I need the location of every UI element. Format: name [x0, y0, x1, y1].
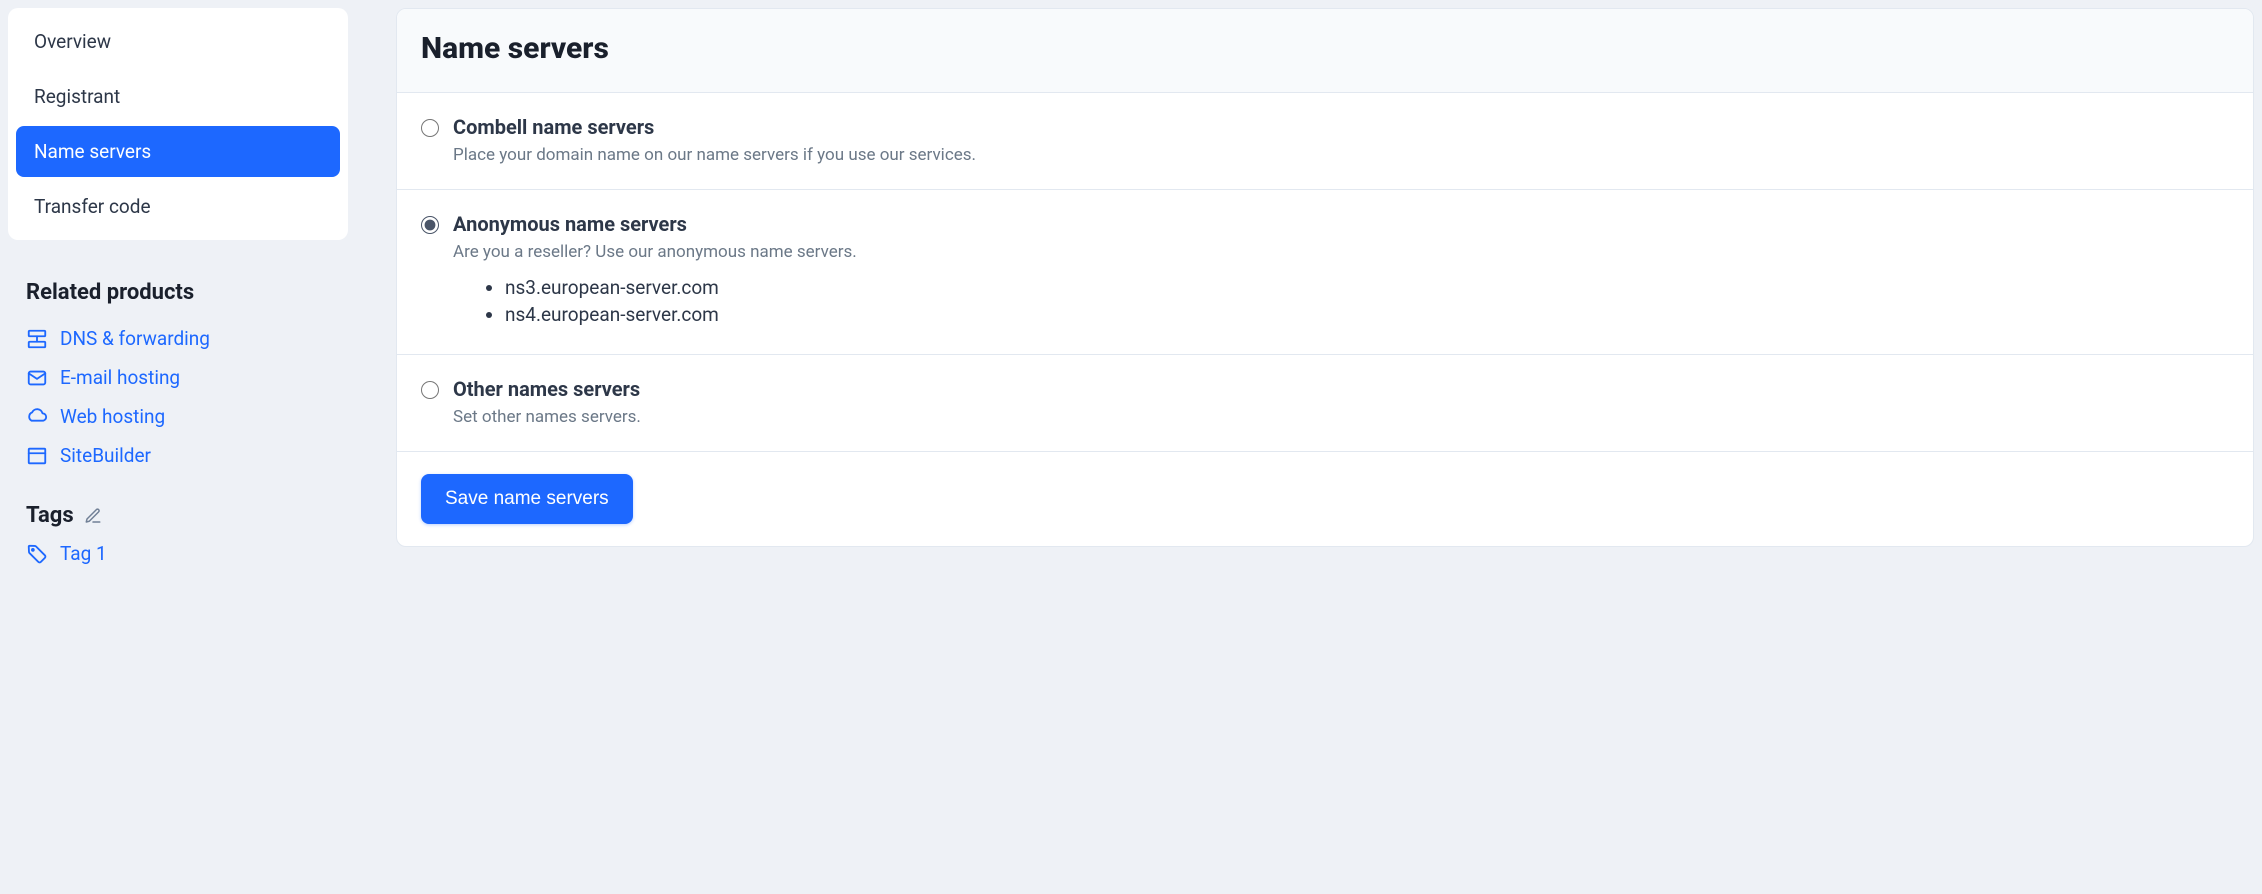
sidebar-nav: Overview Registrant Name servers Transfe… — [8, 8, 348, 240]
sidebar-item-overview[interactable]: Overview — [16, 16, 340, 67]
related-item-web-hosting[interactable]: Web hosting — [26, 397, 330, 436]
sidebar-item-transfer-code[interactable]: Transfer code — [16, 181, 340, 232]
related-products-title: Related products — [8, 280, 348, 319]
cloud-icon — [26, 406, 48, 428]
option-desc: Are you a reseller? Use our anonymous na… — [453, 242, 2229, 262]
tag-item[interactable]: Tag 1 — [8, 536, 348, 571]
server-entry: ns3.european-server.com — [505, 276, 2229, 299]
option-desc: Set other names servers. — [453, 407, 2229, 427]
tag-icon — [26, 543, 48, 565]
option-desc: Place your domain name on our name serve… — [453, 145, 2229, 165]
dns-icon — [26, 328, 48, 350]
sidebar-item-registrant[interactable]: Registrant — [16, 71, 340, 122]
related-products-list: DNS & forwarding E-mail hosting Web host… — [8, 319, 348, 475]
option-title: Anonymous name servers — [453, 212, 2229, 236]
option-content: Anonymous name servers Are you a reselle… — [453, 212, 2229, 330]
tags-title: Tags — [26, 503, 74, 528]
anonymous-server-list: ns3.european-server.com ns4.european-ser… — [505, 276, 2229, 326]
related-item-label: SiteBuilder — [60, 444, 151, 467]
mail-icon — [26, 367, 48, 389]
radio-other[interactable] — [421, 381, 439, 399]
panel-title: Name servers — [421, 31, 2229, 66]
sidebar: Overview Registrant Name servers Transfe… — [8, 8, 348, 571]
related-item-dns-forwarding[interactable]: DNS & forwarding — [26, 319, 330, 358]
server-entry: ns4.european-server.com — [505, 303, 2229, 326]
save-button[interactable]: Save name servers — [421, 474, 633, 524]
related-item-label: DNS & forwarding — [60, 327, 210, 350]
tags-header: Tags — [8, 475, 348, 536]
option-title: Combell name servers — [453, 115, 2229, 139]
related-item-email-hosting[interactable]: E-mail hosting — [26, 358, 330, 397]
related-item-label: Web hosting — [60, 405, 165, 428]
option-anonymous[interactable]: Anonymous name servers Are you a reselle… — [397, 190, 2253, 355]
radio-combell[interactable] — [421, 119, 439, 137]
name-servers-panel: Name servers Combell name servers Place … — [396, 8, 2254, 547]
option-title: Other names servers — [453, 377, 2229, 401]
option-combell[interactable]: Combell name servers Place your domain n… — [397, 93, 2253, 190]
pencil-icon[interactable] — [84, 507, 102, 525]
save-area: Save name servers — [397, 452, 2253, 546]
related-item-label: E-mail hosting — [60, 366, 180, 389]
window-icon — [26, 445, 48, 467]
option-content: Other names servers Set other names serv… — [453, 377, 2229, 427]
option-other[interactable]: Other names servers Set other names serv… — [397, 355, 2253, 452]
main-content: Name servers Combell name servers Place … — [396, 8, 2254, 571]
option-content: Combell name servers Place your domain n… — [453, 115, 2229, 165]
panel-header: Name servers — [397, 9, 2253, 93]
related-item-sitebuilder[interactable]: SiteBuilder — [26, 436, 330, 475]
sidebar-item-name-servers[interactable]: Name servers — [16, 126, 340, 177]
radio-anonymous[interactable] — [421, 216, 439, 234]
tag-label: Tag 1 — [60, 542, 107, 565]
